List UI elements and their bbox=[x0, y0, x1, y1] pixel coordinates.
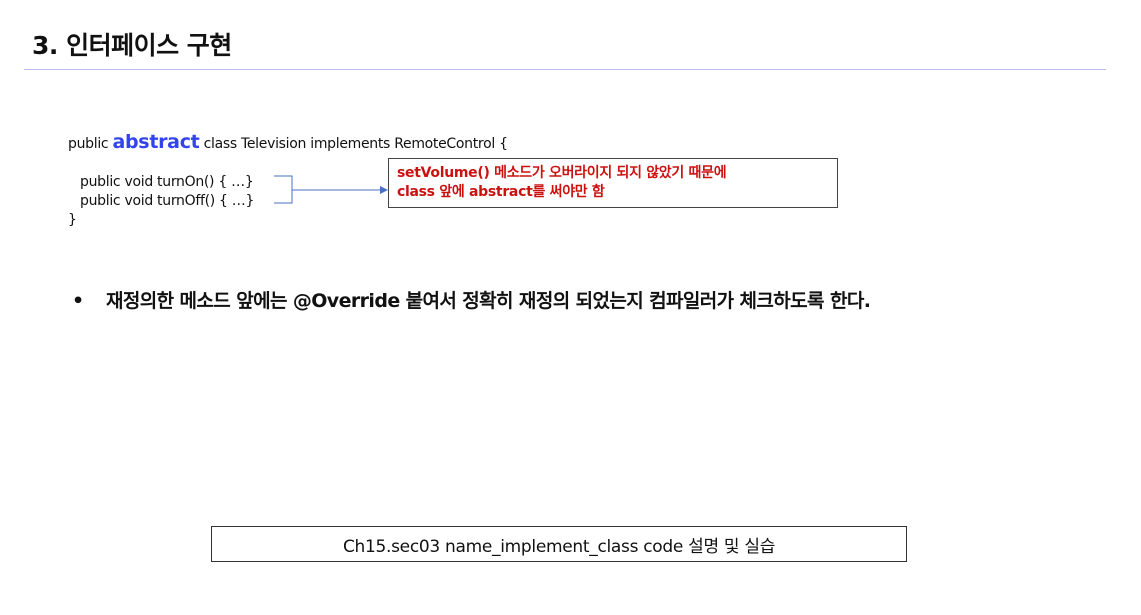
note-line-2: class 앞에 abstract를 써야만 함 bbox=[397, 184, 605, 200]
bullet-marker: • bbox=[72, 290, 84, 312]
abstract-keyword: abstract bbox=[112, 131, 200, 153]
practice-code-box: Ch15.sec03 name_implement_class code 설명 … bbox=[211, 526, 907, 562]
method-bracket bbox=[274, 175, 293, 204]
override-bullet: • 재정의한 메소드 앞에는 @Override 붙여서 정확히 재정의 되었는지… bbox=[72, 286, 871, 313]
bracket-arrow-connector bbox=[274, 175, 388, 204]
practice-code-label: Ch15.sec03 name_implement_class code 설명 … bbox=[342, 536, 776, 557]
slide-title: 3. 인터페이스 구현 bbox=[32, 31, 232, 60]
code-prefix: public bbox=[68, 136, 113, 152]
arrow-head-icon bbox=[380, 186, 388, 194]
abstract-note-box: setVolume() 메소드가 오버라이지 되지 않았기 때문에 class … bbox=[388, 158, 838, 208]
note-line-1: setVolume() 메소드가 오버라이지 되지 않았기 때문에 bbox=[397, 165, 727, 181]
code-suffix: class Television implements RemoteContro… bbox=[199, 136, 508, 152]
title-divider bbox=[24, 69, 1106, 70]
bullet-text: 재정의한 메소드 앞에는 @Override 붙여서 정확히 재정의 되었는지 … bbox=[106, 290, 871, 312]
code-closing-brace: } bbox=[68, 212, 77, 228]
code-turnon-method: public void turnOn() { …} bbox=[80, 174, 254, 190]
code-class-declaration: public abstract class Television impleme… bbox=[68, 131, 508, 153]
code-turnoff-method: public void turnOff() { …} bbox=[80, 193, 255, 209]
